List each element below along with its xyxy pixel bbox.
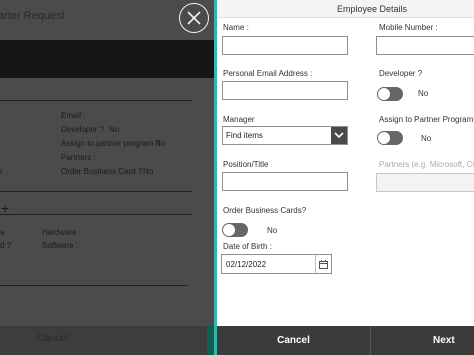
assign-partner-label: Assign to Partner Program? [379,115,474,124]
bg-hardware-label: Hardware : [42,228,82,237]
partners-label: Partners (e.g. Microsoft, Cit [379,160,474,169]
bg-assign-partner-label: Assign to partner program ? [61,139,161,148]
assign-partner-toggle[interactable] [377,131,403,145]
assign-partner-toggle-value: No [421,134,432,143]
background-form: arter Request Email : Developer ? No Ass… [0,0,216,355]
position-label: Position/Title [223,160,269,169]
next-button-label: Next [433,335,455,346]
calendar-icon[interactable] [315,255,331,273]
bg-business-card-value: No [143,167,154,176]
background-title: arter Request [0,10,65,22]
bg-software-label: Software : [42,241,79,250]
bg-developer-value: No [109,125,120,134]
dob-label: Date of Birth : [223,242,272,251]
developer-toggle[interactable] [377,87,403,101]
next-button[interactable]: Next [372,326,474,355]
business-cards-toggle-value: No [267,226,278,235]
bg-left-fragment: r [0,167,3,176]
bg-email-label: Email : [61,111,86,120]
manager-placeholder: Find items [226,131,263,140]
plus-icon: + [1,200,10,216]
background-header-bar [0,40,216,78]
bg-lower-left-2: d ? [0,241,12,250]
name-input[interactable] [222,36,348,55]
background-cancel-label: Cancel [37,333,69,344]
position-input[interactable] [222,172,348,191]
background-divider [0,285,188,286]
cancel-button[interactable]: Cancel [217,326,371,355]
background-divider [0,100,192,101]
manager-select[interactable]: Find items [222,126,348,145]
bg-business-card-label: Order Business Card ? [61,167,143,176]
close-icon [187,11,201,25]
panel-title: Employee Details [337,4,408,14]
dob-field [221,254,332,274]
close-button[interactable] [179,3,209,33]
mobile-input[interactable] [376,36,474,55]
chevron-down-icon [331,127,347,144]
business-cards-label: Order Business Cards? [223,206,307,215]
bg-lower-left-1: a [0,228,5,237]
bg-partners-label: Partners : [61,153,96,162]
name-label: Name : [223,23,249,32]
developer-toggle-value: No [418,89,429,98]
manager-label: Manager [223,115,255,124]
personal-email-label: Personal Email Address : [223,69,313,78]
partners-input[interactable] [376,173,474,192]
mobile-label: Mobile Number : [379,23,438,32]
business-cards-toggle[interactable] [222,223,248,237]
background-footer [0,326,216,355]
panel-header: Employee Details [217,0,474,18]
bg-assign-partner-value: No [155,139,166,148]
dob-input[interactable] [222,255,316,273]
bg-developer-label: Developer ? [61,125,105,134]
background-divider [0,214,192,215]
personal-email-input[interactable] [222,81,348,100]
developer-label: Developer ? [379,69,423,78]
background-divider [0,191,192,192]
employee-details-panel: Employee Details Name : Mobile Number : … [217,0,474,355]
panel-footer: Cancel Next [217,326,474,355]
